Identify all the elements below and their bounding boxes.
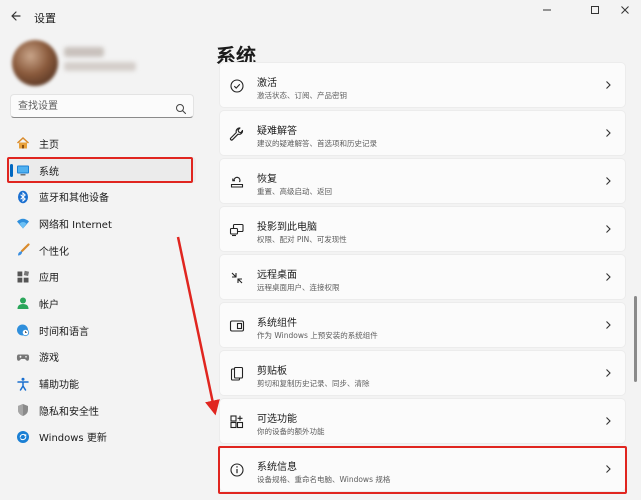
setting-subtitle: 远程桌面用户、连接权限 <box>257 283 340 292</box>
sidebar-item-gaming[interactable]: 游戏 <box>8 344 196 371</box>
search-box[interactable] <box>10 94 194 118</box>
sidebar-item-label: 个性化 <box>39 246 69 258</box>
sidebar-item-apps[interactable]: 应用 <box>8 263 196 290</box>
setting-project-to-pc[interactable]: 投影到此电脑 权限、配对 PIN、可发现性 <box>219 206 626 252</box>
setting-subtitle: 剪切和复制历史记录、同步、清除 <box>257 379 370 388</box>
highlight-box-about <box>218 446 627 494</box>
remote-desktop-icon <box>229 270 245 286</box>
setting-subtitle: 作为 Windows 上预安装的系统组件 <box>257 331 378 340</box>
sidebar-item-windows-update[interactable]: Windows 更新 <box>8 424 196 451</box>
setting-troubleshoot[interactable]: 疑难解答 建议的疑难解答、首选项和历史记录 <box>219 110 626 156</box>
chevron-right-icon <box>603 416 613 426</box>
wifi-icon <box>16 216 30 230</box>
back-arrow-icon[interactable] <box>8 8 24 24</box>
sidebar-item-label: 主页 <box>39 139 59 151</box>
close-icon[interactable] <box>613 4 637 20</box>
setting-title: 可选功能 <box>257 414 297 425</box>
setting-subtitle: 建议的疑难解答、首选项和历史记录 <box>257 139 377 148</box>
title-bar: 设置 <box>0 0 641 32</box>
profile-name-blurred <box>64 47 104 57</box>
setting-subtitle: 权限、配对 PIN、可发现性 <box>257 235 347 244</box>
setting-title: 恢复 <box>257 174 277 185</box>
setting-remote-desktop[interactable]: 远程桌面 远程桌面用户、连接权限 <box>219 254 626 300</box>
sidebar-item-time-language[interactable]: 时间和语言 <box>8 317 196 344</box>
search-icon[interactable] <box>175 100 187 115</box>
home-icon <box>16 136 30 150</box>
sidebar-item-label: 帐户 <box>39 299 59 311</box>
setting-recovery[interactable]: 恢复 重置、高级启动、返回 <box>219 158 626 204</box>
sidebar-item-label: 应用 <box>39 273 59 285</box>
sidebar-item-bluetooth[interactable]: 蓝牙和其他设备 <box>8 183 196 210</box>
setting-subtitle: 重置、高级启动、返回 <box>257 187 332 196</box>
avatar[interactable] <box>12 40 58 86</box>
sidebar-item-accounts[interactable]: 帐户 <box>8 290 196 317</box>
setting-subtitle: 激活状态、订阅、产品密钥 <box>257 91 347 100</box>
sidebar-item-label: 时间和语言 <box>39 326 89 338</box>
setting-clipboard[interactable]: 剪贴板 剪切和复制历史记录、同步、清除 <box>219 350 626 396</box>
sidebar-item-label: Windows 更新 <box>39 433 107 445</box>
chevron-right-icon <box>603 80 613 90</box>
sidebar-item-label: 隐私和安全性 <box>39 406 99 418</box>
setting-optional-features[interactable]: 可选功能 你的设备的额外功能 <box>219 398 626 444</box>
accessibility-icon <box>16 377 30 391</box>
shield-icon <box>16 403 30 417</box>
sidebar-item-label: 蓝牙和其他设备 <box>39 193 109 205</box>
activation-check-icon <box>229 78 245 94</box>
system-components-icon <box>229 318 245 334</box>
profile-email-blurred <box>64 62 136 71</box>
account-icon <box>16 296 30 310</box>
chevron-right-icon <box>603 224 613 234</box>
sidebar-item-label: 辅助功能 <box>39 380 79 392</box>
maximize-icon[interactable] <box>583 4 607 20</box>
sidebar-item-home[interactable]: 主页 <box>8 130 196 157</box>
sidebar-item-label: 游戏 <box>39 353 59 365</box>
sidebar-item-network[interactable]: 网络和 Internet <box>8 210 196 237</box>
optional-features-icon <box>229 414 245 430</box>
app-title: 设置 <box>34 12 56 25</box>
projection-icon <box>229 222 245 238</box>
bluetooth-icon <box>16 190 30 204</box>
setting-activation[interactable]: 激活 激活状态、订阅、产品密钥 <box>219 62 626 108</box>
setting-title: 远程桌面 <box>257 270 297 281</box>
chevron-right-icon <box>603 320 613 330</box>
chevron-right-icon <box>603 128 613 138</box>
setting-title: 投影到此电脑 <box>257 222 317 233</box>
clipboard-icon <box>229 366 245 382</box>
scrollbar-thumb[interactable] <box>634 296 637 382</box>
chevron-right-icon <box>603 368 613 378</box>
minimize-icon[interactable] <box>535 4 559 20</box>
setting-title: 疑难解答 <box>257 126 297 137</box>
sidebar-item-label: 网络和 Internet <box>39 219 112 231</box>
globe-clock-icon <box>16 323 30 337</box>
chevron-right-icon <box>603 272 613 282</box>
sidebar-item-privacy[interactable]: 隐私和安全性 <box>8 397 196 424</box>
chevron-right-icon <box>603 176 613 186</box>
wrench-icon <box>229 126 245 142</box>
apps-icon <box>16 270 30 284</box>
sidebar-item-accessibility[interactable]: 辅助功能 <box>8 370 196 397</box>
setting-system-components[interactable]: 系统组件 作为 Windows 上预安装的系统组件 <box>219 302 626 348</box>
sidebar-item-personalization[interactable]: 个性化 <box>8 237 196 264</box>
setting-title: 系统组件 <box>257 318 297 329</box>
search-input[interactable] <box>11 95 171 117</box>
recovery-icon <box>229 174 245 190</box>
setting-title: 激活 <box>257 78 277 89</box>
brush-icon <box>16 243 30 257</box>
update-icon <box>16 430 30 444</box>
highlight-box-system <box>7 157 193 183</box>
settings-list: 激活 激活状态、订阅、产品密钥 疑难解答 建议的疑难解答、首选项和历史记录 恢复… <box>219 62 626 494</box>
gamepad-icon <box>16 350 30 364</box>
setting-subtitle: 你的设备的额外功能 <box>257 427 325 436</box>
setting-title: 剪贴板 <box>257 366 287 377</box>
